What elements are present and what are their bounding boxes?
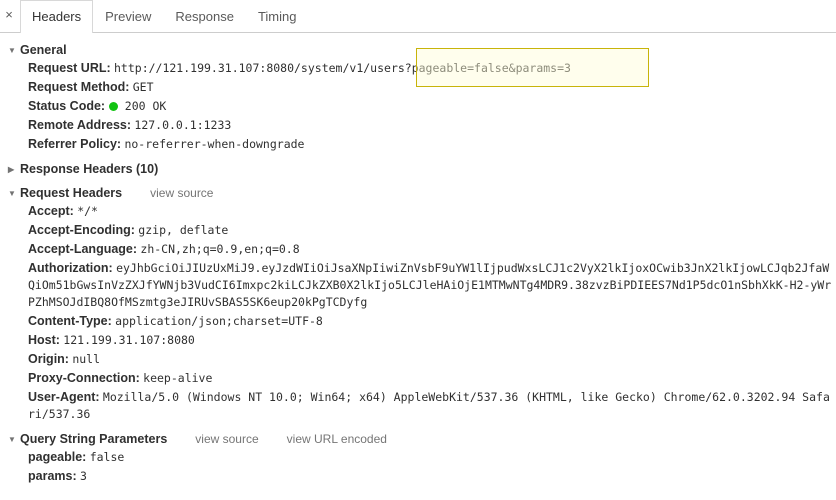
row-value: http://121.199.31.107:8080/system/v1/use… [114, 61, 571, 75]
general-rows: Request URL: http://121.199.31.107:8080/… [0, 59, 836, 154]
section-request-headers-title: Request Headers [20, 186, 123, 200]
row-key: Authorization: [28, 261, 113, 275]
row-value: gzip, deflate [138, 223, 229, 237]
row-value: 200 OK [124, 99, 167, 113]
section-query-string-parameters[interactable]: ▼ Query String Parameters view source vi… [0, 430, 836, 448]
row-key: Referrer Policy: [28, 137, 122, 151]
row-value: zh-CN,zh;q=0.9,en;q=0.8 [140, 242, 300, 256]
row-value: false [89, 450, 125, 464]
tab-timing[interactable]: Timing [246, 0, 309, 32]
row-value: no-referrer-when-downgrade [124, 137, 305, 151]
row-key: Content-Type: [28, 314, 112, 328]
row-value: 3 [79, 469, 87, 483]
section-response-headers[interactable]: ▶ Response Headers (10) [0, 160, 836, 178]
section-request-headers[interactable]: ▼ Request Headers view source [0, 184, 836, 202]
row-remote-address: Remote Address: 127.0.0.1:1233 [0, 116, 836, 135]
row-user-agent: User-Agent: Mozilla/5.0 (Windows NT 10.0… [0, 388, 836, 424]
view-url-encoded-link[interactable]: view URL encoded [287, 432, 387, 446]
row-key: Host: [28, 333, 60, 347]
row-origin: Origin: null [0, 350, 836, 369]
row-key: Accept-Language: [28, 242, 138, 256]
row-value: */* [77, 204, 98, 218]
tab-response[interactable]: Response [163, 0, 246, 32]
row-value: Mozilla/5.0 (Windows NT 10.0; Win64; x64… [28, 390, 830, 421]
row-value: GET [132, 80, 154, 94]
row-value: application/json;charset=UTF-8 [115, 314, 323, 328]
chevron-down-icon: ▼ [8, 435, 16, 444]
request-headers-rows: Accept: */* Accept-Encoding: gzip, defla… [0, 202, 836, 424]
row-referrer-policy: Referrer Policy: no-referrer-when-downgr… [0, 135, 836, 154]
row-request-method: Request Method: GET [0, 78, 836, 97]
tab-list: Headers Preview Response Timing [20, 0, 309, 33]
row-value: keep-alive [143, 371, 213, 385]
chevron-right-icon: ▶ [8, 165, 15, 174]
tab-headers[interactable]: Headers [20, 0, 94, 33]
row-key: Accept-Encoding: [28, 223, 135, 237]
panel-tabbar: × Headers Preview Response Timing [0, 0, 836, 33]
view-source-link-query-string[interactable]: view source [195, 432, 258, 446]
row-content-type: Content-Type: application/json;charset=U… [0, 312, 836, 331]
row-key: Origin: [28, 352, 69, 366]
query-string-rows: pageable: false params: 3 [0, 448, 836, 486]
view-source-link-request-headers[interactable]: view source [150, 186, 213, 200]
row-key: params: [28, 469, 77, 483]
row-host: Host: 121.199.31.107:8080 [0, 331, 836, 350]
row-key: Remote Address: [28, 118, 132, 132]
row-key: Request URL: [28, 61, 111, 75]
row-key: Status Code: [28, 99, 106, 113]
status-ok-icon [109, 102, 119, 111]
close-icon[interactable]: × [0, 0, 18, 32]
row-value: eyJhbGciOiJIUzUxMiJ9.eyJzdWIiOiJsaXNpIiw… [28, 261, 832, 309]
section-general[interactable]: ▼ General [0, 41, 836, 59]
row-authorization: Authorization: eyJhbGciOiJIUzUxMiJ9.eyJz… [0, 259, 836, 312]
chevron-down-icon: ▼ [8, 46, 16, 55]
chevron-down-icon: ▼ [8, 189, 16, 198]
section-general-title: General [20, 43, 67, 57]
row-value: 121.199.31.107:8080 [63, 333, 195, 347]
row-params: params: 3 [0, 467, 836, 486]
row-key: User-Agent: [28, 390, 100, 404]
row-proxy-connection: Proxy-Connection: keep-alive [0, 369, 836, 388]
row-pageable: pageable: false [0, 448, 836, 467]
row-key: Request Method: [28, 80, 130, 94]
row-value: 127.0.0.1:1233 [134, 118, 232, 132]
row-key: Accept: [28, 204, 74, 218]
section-response-headers-title: Response Headers (10) [20, 162, 159, 176]
row-status-code: Status Code: 200 OK [0, 97, 836, 116]
row-key: Proxy-Connection: [28, 371, 140, 385]
row-request-url: Request URL: http://121.199.31.107:8080/… [0, 59, 836, 78]
row-value: null [72, 352, 101, 366]
row-accept: Accept: */* [0, 202, 836, 221]
section-query-string-title: Query String Parameters [20, 432, 168, 446]
tab-preview[interactable]: Preview [93, 0, 163, 32]
row-accept-encoding: Accept-Encoding: gzip, deflate [0, 221, 836, 240]
headers-panel: ▼ General Request URL: http://121.199.31… [0, 33, 836, 486]
row-accept-language: Accept-Language: zh-CN,zh;q=0.9,en;q=0.8 [0, 240, 836, 259]
row-key: pageable: [28, 450, 87, 464]
